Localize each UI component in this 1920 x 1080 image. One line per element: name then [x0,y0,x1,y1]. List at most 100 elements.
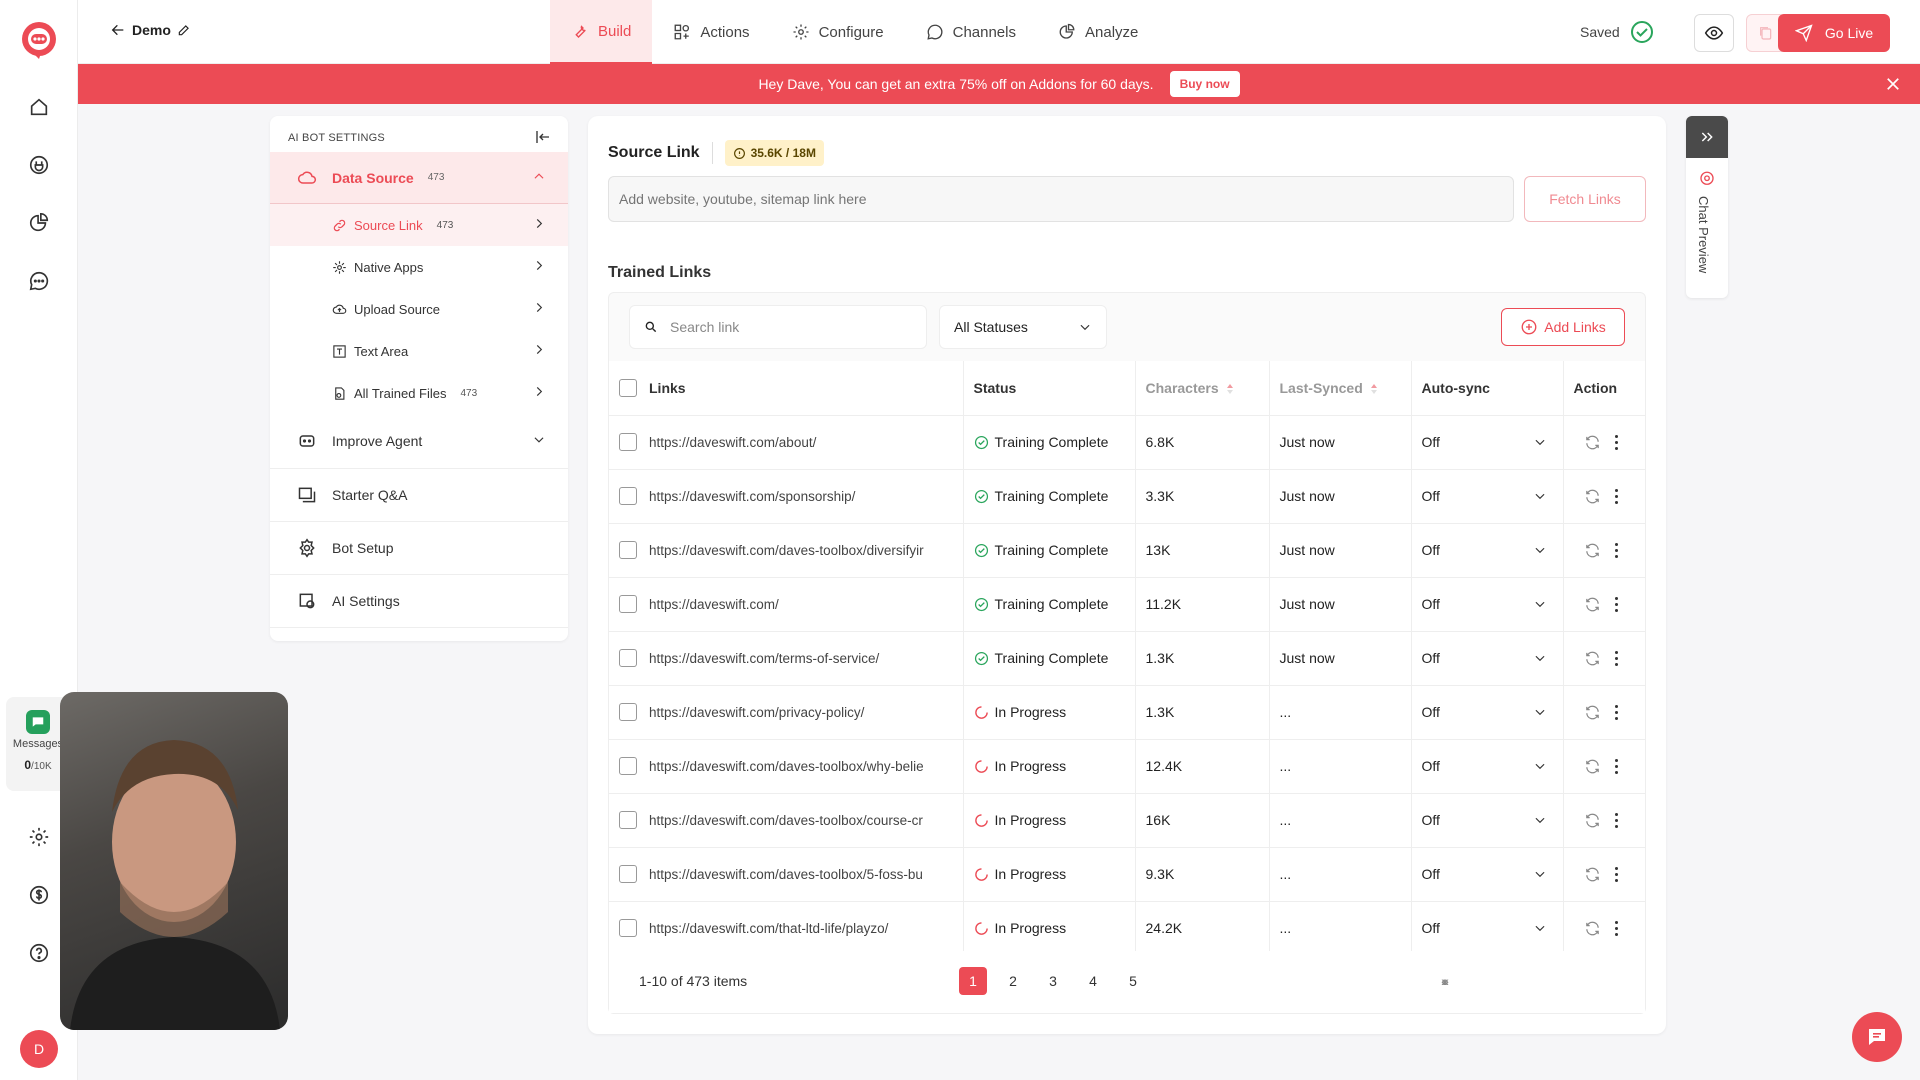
tab-channels[interactable]: Channels [905,0,1037,64]
more-options-icon[interactable] [1614,704,1618,720]
fetch-links-button[interactable]: Fetch Links [1524,176,1646,222]
row-checkbox[interactable] [619,757,637,775]
page-3-button[interactable]: 3 [1039,967,1067,995]
auto-sync-select[interactable]: Off [1411,577,1564,632]
tab-configure[interactable]: Configure [771,0,905,64]
tab-analyze[interactable]: Analyze [1037,0,1159,64]
go-live-button[interactable]: Go Live [1778,14,1890,52]
row-checkbox[interactable] [619,649,637,667]
refresh-icon[interactable] [1584,542,1601,559]
chat-icon[interactable] [24,266,54,296]
last-page-icon[interactable]: » [1431,967,1459,995]
sidebar-item-upload-source[interactable]: Upload Source [270,288,568,330]
auto-sync-select[interactable]: Off [1411,415,1564,470]
preview-button[interactable] [1694,14,1734,52]
chat-widget-button[interactable] [1852,1012,1902,1062]
section-data-source[interactable]: Data Source 473 [270,152,568,204]
settings-gear-icon[interactable] [24,822,54,852]
search-link-input[interactable]: Search link [629,305,927,349]
chat-preview-tab[interactable]: Chat Preview [1686,116,1728,298]
avatar[interactable]: D [20,1030,58,1068]
sidebar-item-native-apps[interactable]: Native Apps [270,246,568,288]
page-2-button[interactable]: 2 [999,967,1027,995]
app-logo-icon[interactable] [19,20,59,60]
sidebar-item-source-link[interactable]: Source Link 473 [270,204,568,246]
last-synced-cell: ... [1269,901,1412,956]
chevron-down-icon [1535,763,1544,770]
refresh-icon[interactable] [1584,704,1601,721]
integrations-icon[interactable] [24,150,54,180]
more-options-icon[interactable] [1614,488,1618,504]
section-ai-settings[interactable]: AI Settings [270,575,568,627]
action-cell [1563,685,1645,740]
sidebar-item-all-trained-files[interactable]: All Trained Files 473 [270,372,568,414]
row-checkbox[interactable] [619,703,637,721]
source-link-input[interactable] [608,176,1514,222]
tab-actions[interactable]: Actions [652,0,770,64]
row-checkbox[interactable] [619,865,637,883]
section-bot-setup[interactable]: Bot Setup [270,522,568,574]
row-checkbox[interactable] [619,595,637,613]
back-button[interactable]: Demo [110,22,191,38]
help-icon[interactable] [24,938,54,968]
qa-icon [296,484,318,506]
row-checkbox[interactable] [619,919,637,937]
section-improve-agent[interactable]: Improve Agent [270,414,568,468]
refresh-icon[interactable] [1584,488,1601,505]
more-options-icon[interactable] [1614,542,1618,558]
row-checkbox[interactable] [619,433,637,451]
more-options-icon[interactable] [1614,650,1618,666]
gear-icon [793,24,809,40]
edit-pencil-icon[interactable] [177,23,191,37]
link-cell: https://daveswift.com/that-ltd-life/play… [609,901,964,956]
link-url: https://daveswift.com/daves-toolbox/5-fo… [649,866,923,882]
status-filter-select[interactable]: All Statuses [939,305,1107,349]
add-links-button[interactable]: Add Links [1501,308,1625,346]
refresh-icon[interactable] [1584,434,1601,451]
row-checkbox[interactable] [619,487,637,505]
refresh-icon[interactable] [1584,758,1601,775]
column-characters[interactable]: Characters [1135,361,1270,416]
close-icon[interactable] [1882,73,1904,95]
auto-sync-select[interactable]: Off [1411,523,1564,578]
auto-sync-select[interactable]: Off [1411,847,1564,902]
refresh-icon[interactable] [1584,920,1601,937]
refresh-icon[interactable] [1584,650,1601,667]
collapse-panel-icon[interactable] [534,128,552,149]
chevron-down-icon [1535,547,1544,554]
home-icon[interactable] [24,92,54,122]
characters-cell: 24.2K [1135,901,1270,956]
more-options-icon[interactable] [1614,866,1618,882]
tab-build[interactable]: Build [550,0,653,64]
row-checkbox[interactable] [619,541,637,559]
auto-sync-select[interactable]: Off [1411,793,1564,848]
row-checkbox[interactable] [619,811,637,829]
analytics-icon[interactable] [24,208,54,238]
auto-sync-select[interactable]: Off [1411,901,1564,956]
refresh-icon[interactable] [1584,812,1601,829]
more-options-icon[interactable] [1614,758,1618,774]
page-1-button[interactable]: 1 [959,967,987,995]
action-cell [1563,577,1645,632]
section-starter-qa[interactable]: Starter Q&A [270,469,568,521]
buy-now-button[interactable]: Buy now [1169,71,1240,97]
link-url: https://daveswift.com/ [649,596,779,612]
expand-icon[interactable] [1686,116,1728,158]
auto-sync-select[interactable]: Off [1411,739,1564,794]
more-options-icon[interactable] [1614,812,1618,828]
last-synced-cell: ... [1269,847,1412,902]
sidebar-item-text-area[interactable]: Text Area [270,330,568,372]
refresh-icon[interactable] [1584,596,1601,613]
auto-sync-select[interactable]: Off [1411,631,1564,686]
select-all-checkbox[interactable] [619,378,637,397]
refresh-icon[interactable] [1584,866,1601,883]
auto-sync-select[interactable]: Off [1411,685,1564,740]
page-4-button[interactable]: 4 [1079,967,1107,995]
auto-sync-select[interactable]: Off [1411,469,1564,524]
more-options-icon[interactable] [1614,596,1618,612]
more-options-icon[interactable] [1614,434,1618,450]
more-options-icon[interactable] [1614,920,1618,936]
column-last-synced[interactable]: Last-Synced [1269,361,1412,416]
billing-icon[interactable] [24,880,54,910]
page-5-button[interactable]: 5 [1119,967,1147,995]
